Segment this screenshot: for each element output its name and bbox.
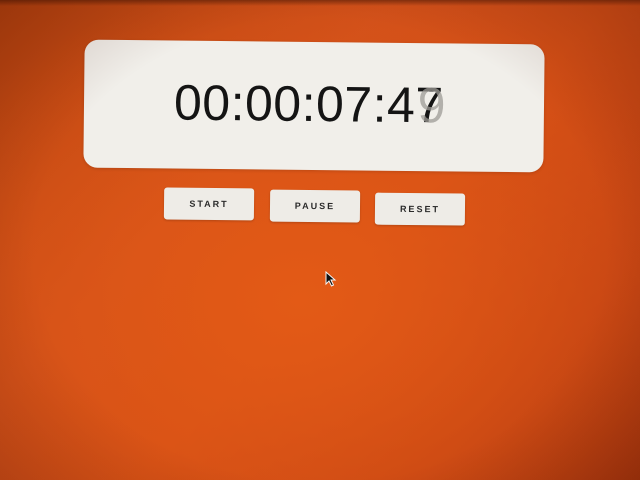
reset-button[interactable]: RESET — [374, 192, 466, 226]
timer-controls: START PAUSE RESET — [163, 187, 466, 226]
pause-button[interactable]: PAUSE — [269, 189, 361, 223]
timer-card: 00:00:07:479 — [83, 39, 545, 173]
stopwatch-screen: { "timer": { "display": "00:00:07:47", "… — [0, 0, 640, 480]
timer-value: 00:00:07:47 — [173, 74, 444, 134]
timer-display: 00:00:07:479 — [174, 74, 447, 135]
mouse-pointer-icon — [325, 271, 337, 287]
start-button[interactable]: START — [163, 187, 255, 221]
screen-top-edge — [0, 0, 640, 6]
timer-ghost-digit: 9 — [417, 77, 447, 134]
